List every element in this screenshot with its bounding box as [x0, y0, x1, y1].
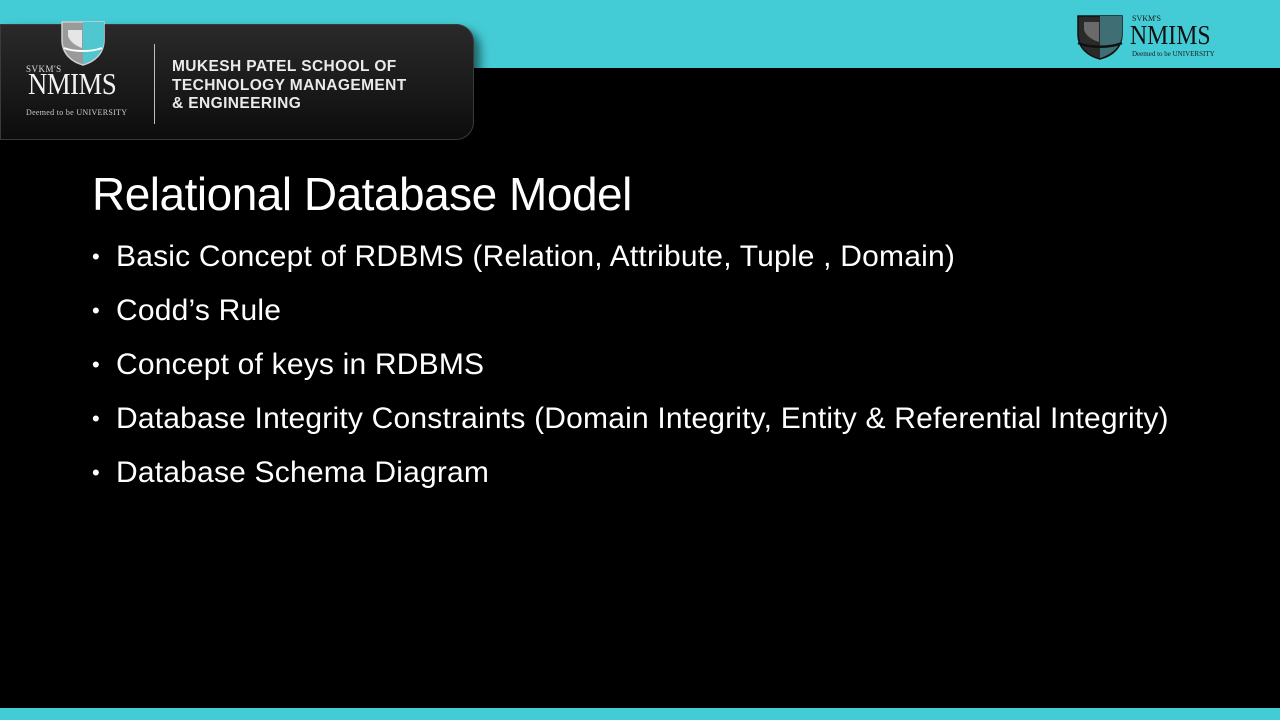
- school-name: MUKESH PATEL SCHOOL OF TECHNOLOGY MANAGE…: [172, 58, 472, 114]
- bullet-item: • Basic Concept of RDBMS (Relation, Attr…: [92, 236, 1192, 278]
- bullet-text: Database Integrity Constraints (Domain I…: [116, 402, 1169, 435]
- logo-tagline-text: Deemed to be UNIVERSITY: [1132, 50, 1215, 58]
- logo-name-text: NMIMS: [28, 66, 117, 101]
- bullet-text: Concept of keys in RDBMS: [116, 348, 485, 381]
- school-name-line: TECHNOLOGY MANAGEMENT: [172, 76, 407, 94]
- school-name-line: & ENGINEERING: [172, 95, 302, 112]
- bullet-list: • Basic Concept of RDBMS (Relation, Attr…: [92, 236, 1192, 506]
- bullet-marker: •: [92, 406, 100, 431]
- nmims-logo-left: SVKM'S NMIMS Deemed to be UNIVERSITY: [26, 18, 142, 122]
- slide-title: Relational Database Model: [92, 168, 632, 220]
- logo-name-text: NMIMS: [1130, 20, 1211, 50]
- bullet-item: • Database Schema Diagram: [92, 452, 1192, 494]
- bullet-text: Codd’s Rule: [116, 294, 282, 327]
- nmims-logo-right: SVKM'S NMIMS Deemed to be UNIVERSITY: [1074, 12, 1250, 62]
- bottom-accent-band: [0, 708, 1280, 720]
- nmims-crest-icon: [61, 21, 105, 66]
- bullet-marker: •: [92, 244, 100, 269]
- bullet-marker: •: [92, 352, 100, 377]
- school-name-line: MUKESH PATEL SCHOOL OF: [172, 58, 397, 75]
- bullet-item: • Concept of keys in RDBMS: [92, 344, 1192, 386]
- nmims-crest-icon: [1077, 15, 1123, 60]
- bullet-item: • Database Integrity Constraints (Domain…: [92, 398, 1192, 440]
- logo-tagline-text: Deemed to be UNIVERSITY: [26, 108, 128, 117]
- bullet-marker: •: [92, 298, 100, 323]
- bullet-item: • Codd’s Rule: [92, 290, 1192, 332]
- header-divider: [154, 44, 155, 124]
- bullet-text: Basic Concept of RDBMS (Relation, Attrib…: [116, 240, 956, 273]
- bullet-text: Database Schema Diagram: [116, 456, 490, 489]
- bullet-marker: •: [92, 460, 100, 485]
